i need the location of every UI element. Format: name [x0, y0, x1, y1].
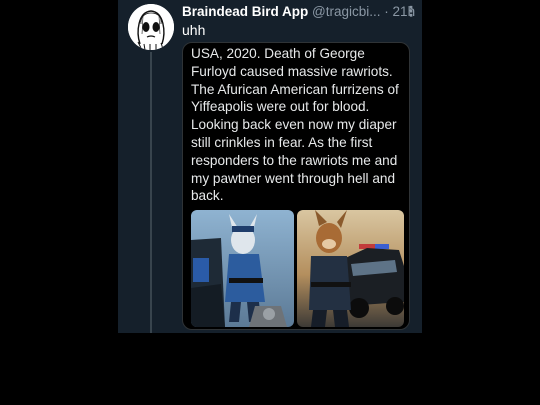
quoted-content[interactable]: USA, 2020. Death of George Furloyd cause…: [182, 42, 410, 330]
quote-line: USA, 2020. Death of George: [191, 46, 365, 61]
furry-police-officer-illustration-icon: [191, 210, 294, 327]
media-image-right[interactable]: [297, 210, 404, 327]
tweet-text: uhh: [182, 22, 206, 38]
display-name[interactable]: Braindead Bird App: [182, 4, 308, 19]
quote-line: Yiffeapolis were out for blood.: [191, 99, 370, 115]
media-grid: [191, 210, 404, 327]
media-image-left[interactable]: [191, 210, 294, 327]
quote-line: Furloyd caused massive rawriots.: [191, 63, 393, 79]
quote-line: my pawtner went through hell and: [191, 170, 396, 186]
quote-line: responders to the rawriots me and: [191, 152, 398, 168]
furry-dog-officer-with-police-car-icon: [297, 210, 404, 327]
avatar[interactable]: [128, 4, 174, 50]
handle[interactable]: @tragicbi...: [312, 4, 380, 19]
tweet-header: Braindead Bird App @tragicbi... · 21h ⋮: [182, 3, 418, 22]
quote-text: USA, 2020. Death of George Furloyd cause…: [191, 45, 405, 205]
separator: ·: [384, 4, 389, 19]
quote-line: Looking back even now my diaper: [191, 117, 397, 133]
quote-line: still crinkles in fear. As the first: [191, 134, 373, 150]
ghost-face-avatar-icon: [128, 4, 174, 50]
more-options-icon[interactable]: ⋮: [404, 3, 418, 20]
thread-line: [150, 52, 152, 333]
quote-line: The Afurican American furrizens of: [191, 81, 399, 97]
quote-line: back.: [191, 188, 224, 204]
